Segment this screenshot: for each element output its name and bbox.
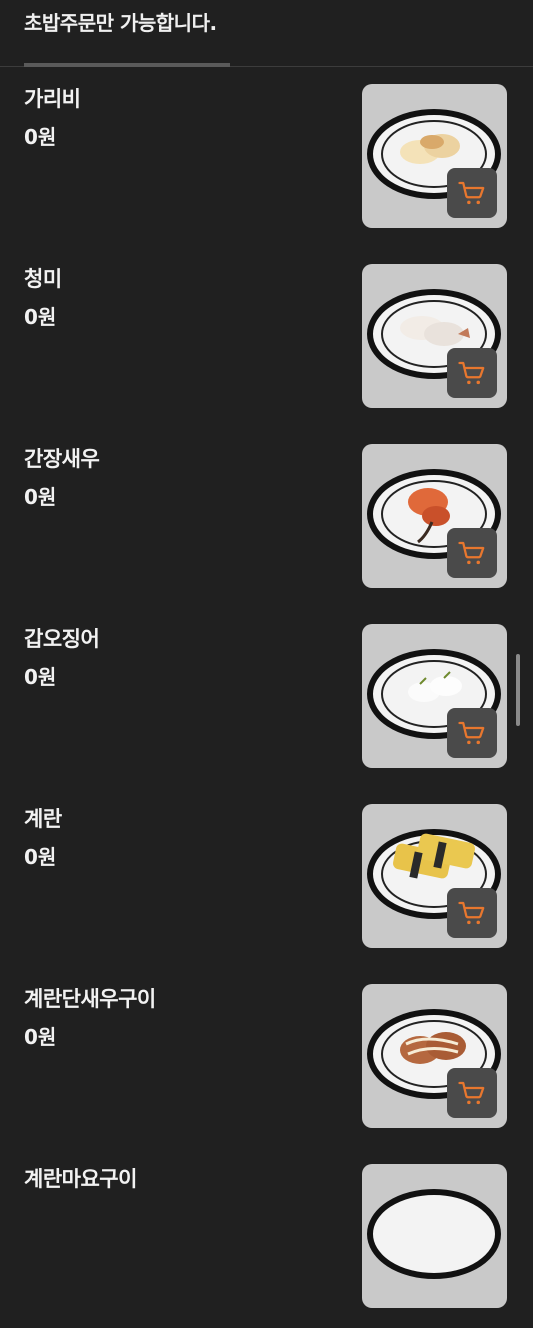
- add-to-cart-button[interactable]: [447, 888, 497, 938]
- add-to-cart-button[interactable]: [447, 1068, 497, 1118]
- menu-item-name: 청미: [24, 267, 62, 291]
- menu-item-name: 갑오징어: [24, 627, 100, 651]
- header: 초밥주문만 가능합니다.: [0, 0, 533, 67]
- menu-item-price: 0원: [24, 1025, 57, 1049]
- add-to-cart-button[interactable]: [447, 168, 497, 218]
- menu-item-price: 0원: [24, 125, 57, 149]
- cart-icon: [458, 361, 485, 385]
- add-to-cart-button[interactable]: [447, 348, 497, 398]
- add-to-cart-button[interactable]: [447, 708, 497, 758]
- tab-indicator: [24, 63, 230, 67]
- cart-icon: [458, 1081, 485, 1105]
- menu-item-price: 0원: [24, 305, 57, 329]
- menu-item-name: 계란단새우구이: [24, 987, 156, 1011]
- cart-icon: [458, 901, 485, 925]
- menu-item-image[interactable]: [362, 264, 507, 408]
- sushi-plate-image: [367, 1189, 501, 1279]
- menu-item[interactable]: 간장새우 0원: [0, 428, 533, 608]
- menu-item[interactable]: 가리비 0원: [0, 68, 533, 248]
- menu-item[interactable]: 계란마요구이: [0, 1148, 533, 1328]
- menu-item[interactable]: 계란단새우구이 0원: [0, 968, 533, 1148]
- cart-icon: [458, 721, 485, 745]
- menu-item-price: 0원: [24, 485, 57, 509]
- menu-item-price: 0원: [24, 665, 57, 689]
- menu-item-image[interactable]: [362, 444, 507, 588]
- menu-item-name: 계란: [24, 807, 62, 831]
- add-to-cart-button[interactable]: [447, 528, 497, 578]
- menu-item-image[interactable]: [362, 624, 507, 768]
- menu-item-name: 간장새우: [24, 447, 100, 471]
- menu-item[interactable]: 청미 0원: [0, 248, 533, 428]
- menu-item-name: 계란마요구이: [24, 1167, 137, 1191]
- menu-item[interactable]: 계란 0원: [0, 788, 533, 968]
- menu-item-name: 가리비: [24, 87, 81, 111]
- menu-item[interactable]: 갑오징어 0원: [0, 608, 533, 788]
- menu-list: 가리비 0원 청미 0원 간장새우 0원 갑오징어 0원 계란 0원 계란단새우…: [0, 68, 533, 1328]
- menu-item-image[interactable]: [362, 1164, 507, 1308]
- cart-icon: [458, 181, 485, 205]
- menu-item-image[interactable]: [362, 84, 507, 228]
- order-notice: 초밥주문만 가능합니다.: [24, 11, 217, 35]
- menu-item-price: 0원: [24, 845, 57, 869]
- cart-icon: [458, 541, 485, 565]
- scrollbar-thumb[interactable]: [516, 654, 520, 726]
- menu-item-image[interactable]: [362, 984, 507, 1128]
- menu-item-image[interactable]: [362, 804, 507, 948]
